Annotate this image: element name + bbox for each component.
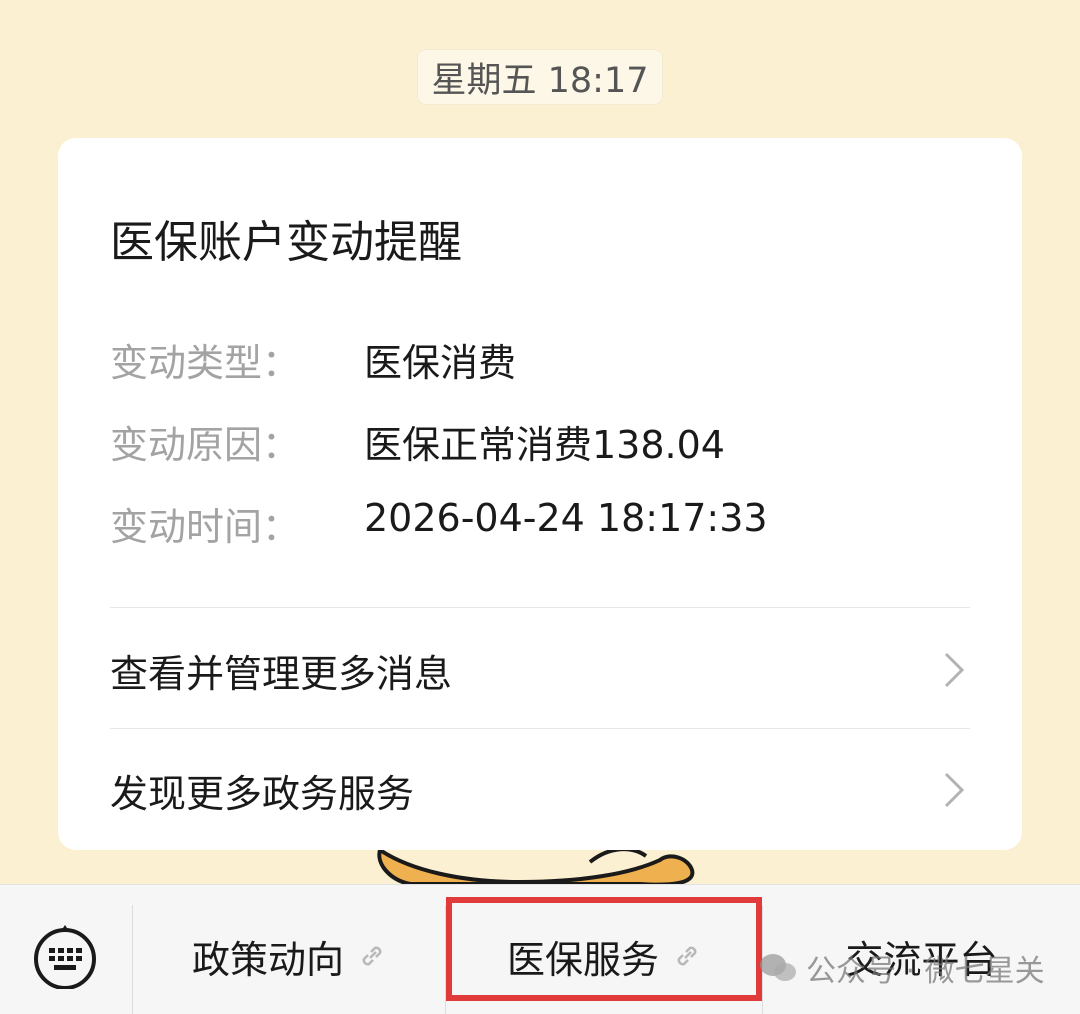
field-label: 变动类型： <box>110 341 301 385</box>
chevron-right-icon <box>944 652 965 688</box>
notification-card: 医保账户变动提醒 变动类型： 医保消费 变动原因： 医保正常消费138.04 变… <box>58 138 1022 850</box>
menu-item-policy[interactable]: 政策动向 <box>133 921 445 991</box>
link-label: 发现更多政务服务 <box>110 771 415 816</box>
wechat-icon <box>760 954 796 981</box>
keyboard-icon[interactable] <box>32 923 98 989</box>
divider <box>110 728 970 729</box>
menu-item-label: 政策动向 <box>191 937 344 982</box>
field-value: 医保正常消费138.04 <box>364 423 725 467</box>
more-gov-services-link[interactable]: 发现更多政务服务 <box>110 750 970 830</box>
chat-timestamp: 星期五 18:17 <box>418 50 662 104</box>
field-label: 变动时间： <box>110 505 301 549</box>
link-icon <box>362 946 382 966</box>
watermark-text: 公众号 · 微七星关 <box>806 954 1045 989</box>
divider <box>110 607 970 608</box>
highlight-box <box>446 897 762 1001</box>
card-title: 医保账户变动提醒 <box>110 217 462 268</box>
link-label: 查看并管理更多消息 <box>110 651 453 696</box>
field-value: 2026-04-24 18:17:33 <box>364 496 768 540</box>
field-value: 医保消费 <box>364 341 517 385</box>
watermark: 公众号 · 微七星关 <box>758 946 1045 990</box>
chevron-right-icon <box>944 772 965 808</box>
manage-messages-link[interactable]: 查看并管理更多消息 <box>110 630 970 710</box>
field-label: 变动原因： <box>110 423 301 467</box>
